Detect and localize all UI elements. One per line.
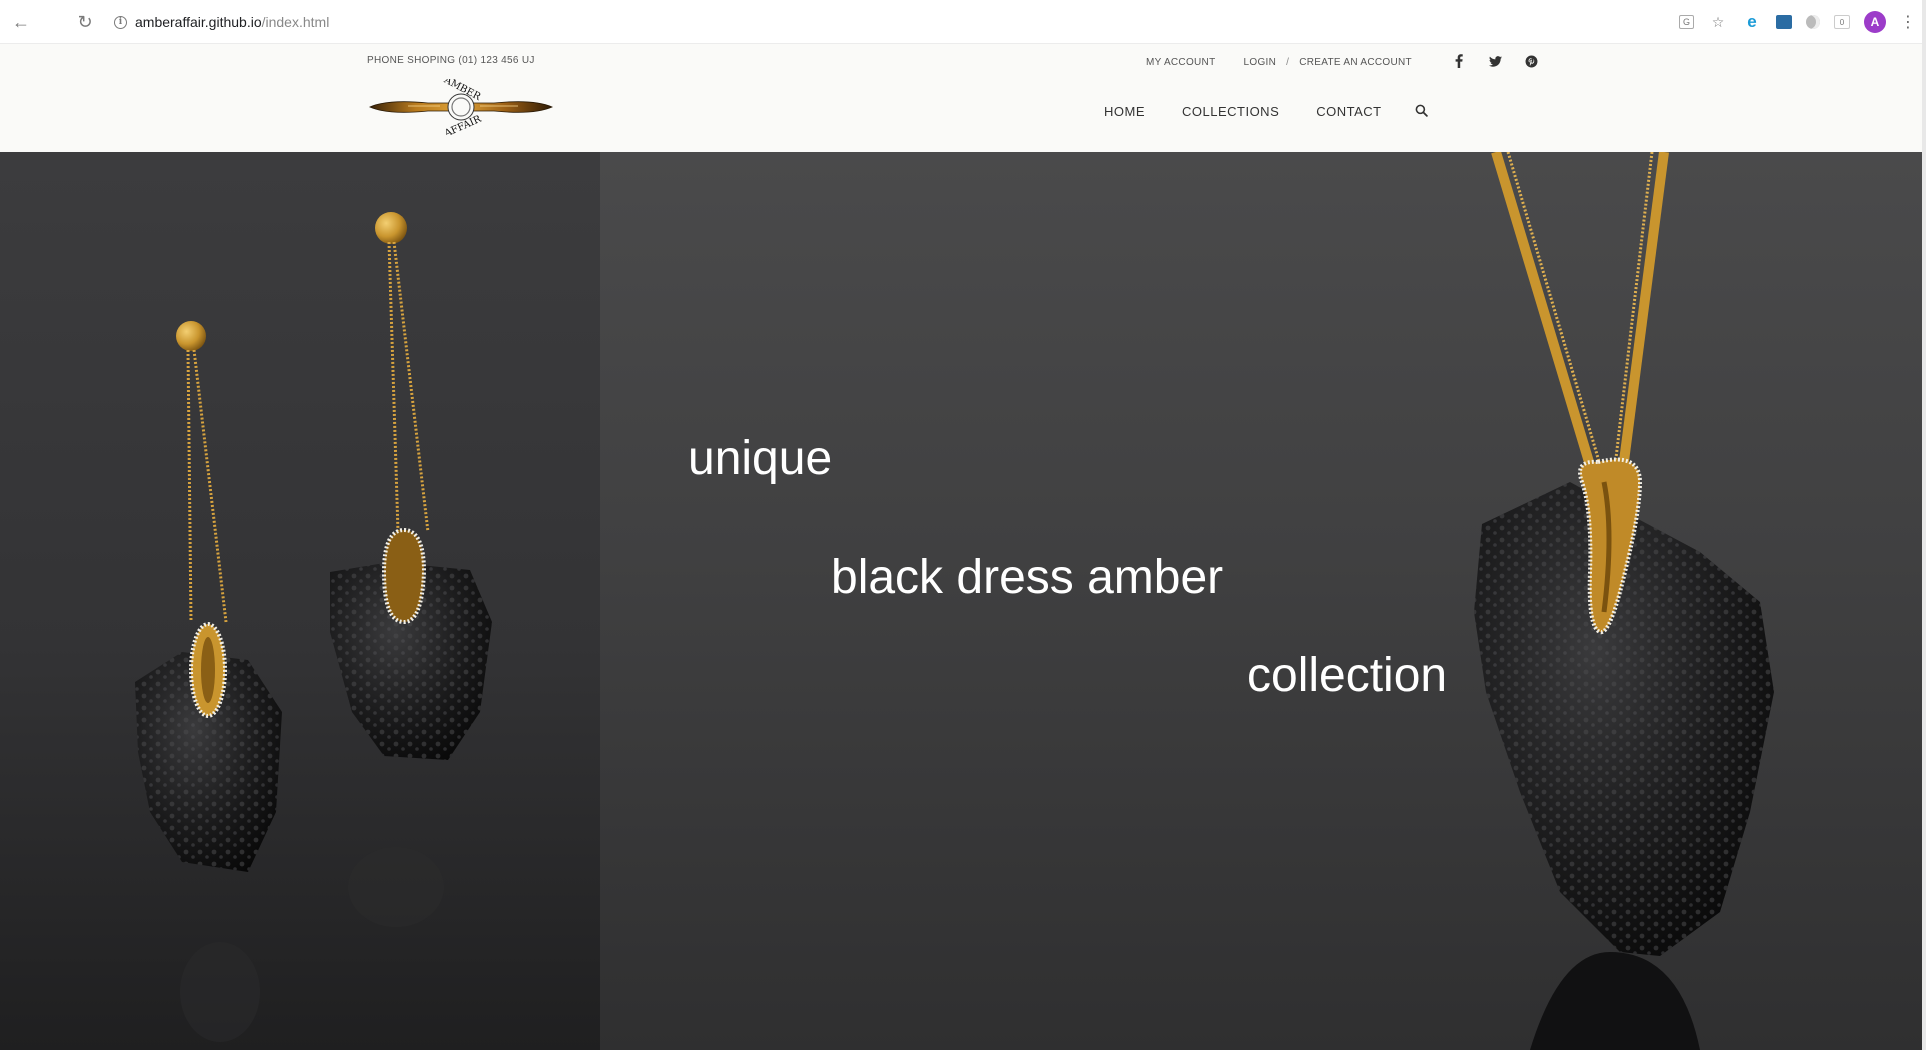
right-earring: [330, 212, 492, 760]
translate-icon[interactable]: G: [1679, 15, 1694, 29]
hero-text-unique: unique: [688, 432, 833, 485]
extensions-bar: G ☆ e 0 A ⋮: [1679, 10, 1916, 34]
browser-toolbar: ← ↻ i amberaffair.github.io/index.html G…: [0, 0, 1926, 44]
phone-number: PHONE SHOPING (01) 123 456 UJ: [367, 55, 535, 66]
hero-text-black-dress-amber: black dress amber: [831, 551, 1224, 604]
pendant-necklace: [1474, 152, 1774, 1050]
more-menu-icon[interactable]: ⋮: [1900, 12, 1916, 32]
site-header: PHONE SHOPING (01) 123 456 UJ AMBER AFFA…: [0, 44, 1926, 152]
back-arrow-icon[interactable]: ←: [10, 11, 32, 33]
edge-extension-icon[interactable]: e: [1742, 12, 1762, 32]
site-info-icon[interactable]: i: [114, 15, 127, 29]
nav-collections[interactable]: COLLECTIONS: [1182, 104, 1279, 119]
twitter-icon[interactable]: [1488, 54, 1502, 68]
logo-mark: AMBER AFFAIR: [369, 74, 553, 140]
hero-banner[interactable]: unique black dress amber collection: [0, 152, 1926, 1050]
page-scrollbar[interactable]: [1922, 0, 1926, 1050]
pinterest-icon[interactable]: [1524, 54, 1538, 68]
address-bar[interactable]: i amberaffair.github.io/index.html: [114, 11, 329, 33]
left-earring: [135, 321, 282, 872]
social-links: [1452, 52, 1538, 70]
account-links: MY ACCOUNT LOGIN / CREATE AN ACCOUNT: [1146, 55, 1412, 69]
hero-text-collection: collection: [1247, 649, 1448, 702]
profile-avatar[interactable]: A: [1864, 11, 1886, 33]
dark-mode-extension-icon[interactable]: [1806, 15, 1820, 29]
reload-icon[interactable]: ↻: [74, 11, 96, 33]
reflection: [348, 847, 444, 927]
facebook-icon[interactable]: [1452, 54, 1466, 68]
bookmark-star-icon[interactable]: ☆: [1708, 12, 1728, 32]
url-host: amberaffair.github.io: [135, 14, 262, 30]
my-account-link[interactable]: MY ACCOUNT: [1146, 57, 1216, 68]
nav-home[interactable]: HOME: [1104, 104, 1145, 119]
amber-affair-logo[interactable]: AMBER AFFAIR: [368, 74, 554, 140]
nav-contact[interactable]: CONTACT: [1316, 104, 1381, 119]
create-account-link[interactable]: CREATE AN ACCOUNT: [1299, 57, 1412, 68]
search-icon[interactable]: [1415, 104, 1429, 118]
extension-badge-icon[interactable]: 0: [1834, 15, 1850, 29]
reflection: [180, 942, 260, 1042]
video-extension-icon[interactable]: [1776, 15, 1792, 29]
link-separator: /: [1286, 56, 1290, 68]
login-link[interactable]: LOGIN: [1244, 57, 1277, 68]
url-path: /index.html: [261, 14, 330, 30]
main-navigation: HOME COLLECTIONS CONTACT: [1104, 101, 1429, 121]
